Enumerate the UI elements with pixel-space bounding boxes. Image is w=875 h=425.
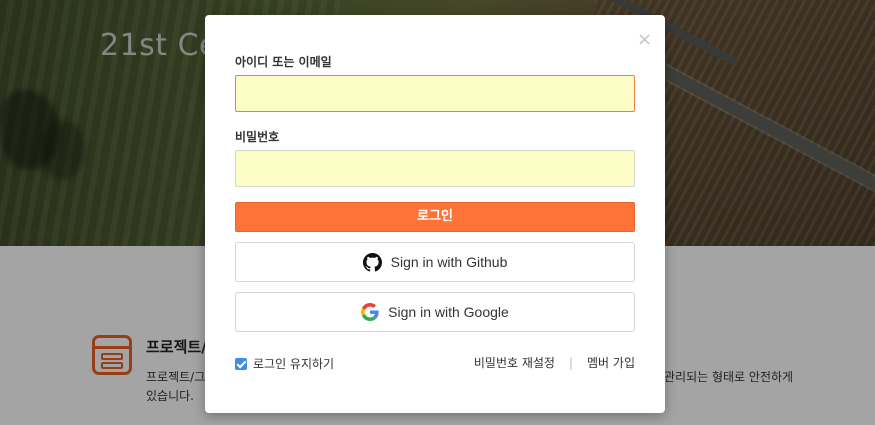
login-button[interactable]: 로그인 <box>235 202 635 232</box>
google-icon <box>361 303 379 321</box>
signup-link[interactable]: 멤버 가입 <box>587 354 635 371</box>
google-button-label: Sign in with Google <box>388 304 509 320</box>
close-icon[interactable]: × <box>637 31 652 49</box>
login-modal: × 아이디 또는 이메일 비밀번호 로그인 Sign in with Githu… <box>205 15 665 413</box>
reset-password-link[interactable]: 비밀번호 재설정 <box>474 354 555 371</box>
account-links: 비밀번호 재설정 | 멤버 가입 <box>474 354 635 371</box>
password-input[interactable] <box>235 150 635 187</box>
google-signin-button[interactable]: Sign in with Google <box>235 292 635 332</box>
github-button-label: Sign in with Github <box>390 254 508 270</box>
remember-me-toggle[interactable]: 로그인 유지하기 <box>235 355 334 372</box>
github-signin-button[interactable]: Sign in with Github <box>235 242 635 282</box>
github-icon <box>362 252 382 272</box>
id-field-label: 아이디 또는 이메일 <box>235 55 332 69</box>
remember-me-checkbox[interactable] <box>235 357 247 370</box>
link-separator: | <box>568 355 574 370</box>
password-field-label: 비밀번호 <box>235 130 280 144</box>
remember-me-label: 로그인 유지하기 <box>253 357 335 371</box>
id-email-input[interactable] <box>235 75 635 112</box>
